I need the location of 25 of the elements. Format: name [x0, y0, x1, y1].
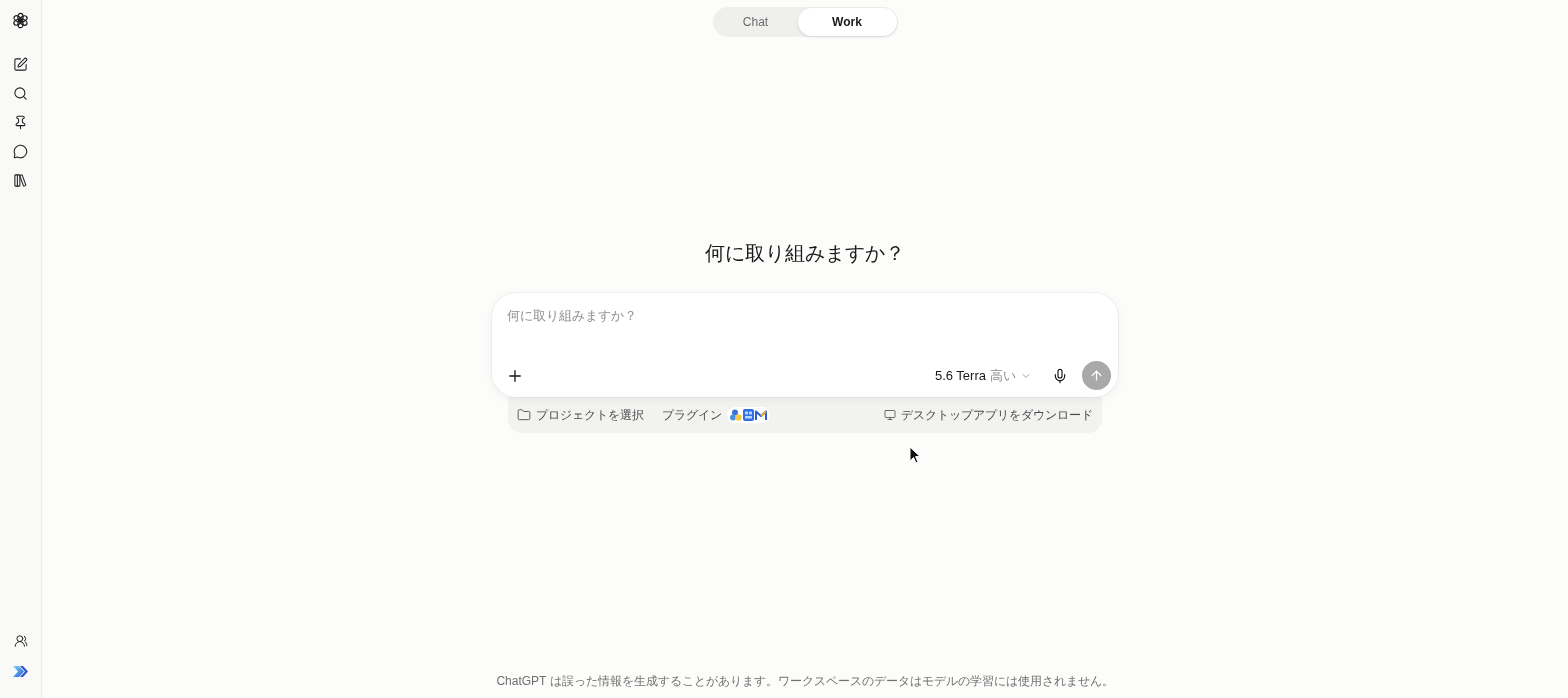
app-logo-icon[interactable] — [12, 664, 29, 679]
mode-tab[interactable]: Work — [797, 8, 897, 36]
grid-tile-app-icon[interactable] — [743, 409, 754, 421]
pin-icon[interactable] — [13, 115, 28, 130]
chat-bubble-icon[interactable] — [13, 144, 28, 159]
prompt-input[interactable]: 何に取り組みますか？ — [506, 305, 807, 327]
monitor-icon — [884, 409, 896, 421]
people-icon[interactable] — [13, 634, 28, 648]
search-icon[interactable] — [13, 86, 28, 101]
mode-tab[interactable]: Chat — [713, 8, 798, 36]
plugins-label[interactable]: プラグイン — [662, 406, 722, 424]
mouse-pointer-icon — [909, 446, 921, 464]
plugin-icons-tray[interactable] — [727, 407, 770, 423]
shapes-app-icon[interactable] — [730, 409, 742, 421]
microphone-icon[interactable] — [1052, 367, 1068, 384]
logo-icon[interactable] — [12, 12, 29, 29]
download-app-link[interactable]: デスクトップアプリをダウンロード — [884, 404, 1093, 426]
m-logo-icon[interactable] — [755, 409, 767, 421]
folder-icon — [517, 408, 531, 422]
project-selector[interactable]: プロジェクトを選択 — [517, 404, 644, 426]
page-heading: 何に取り組みますか？ — [705, 241, 905, 266]
new-chat-icon[interactable] — [13, 57, 28, 72]
books-icon[interactable] — [13, 173, 28, 188]
disclaimer-text: ChatGPT は誤った情報を生成することがあります。ワークスペースのデータはモデルの学習には使用されません。 — [496, 673, 1114, 690]
model-selector[interactable]: 5.6 Terra 高い — [928, 362, 1038, 389]
